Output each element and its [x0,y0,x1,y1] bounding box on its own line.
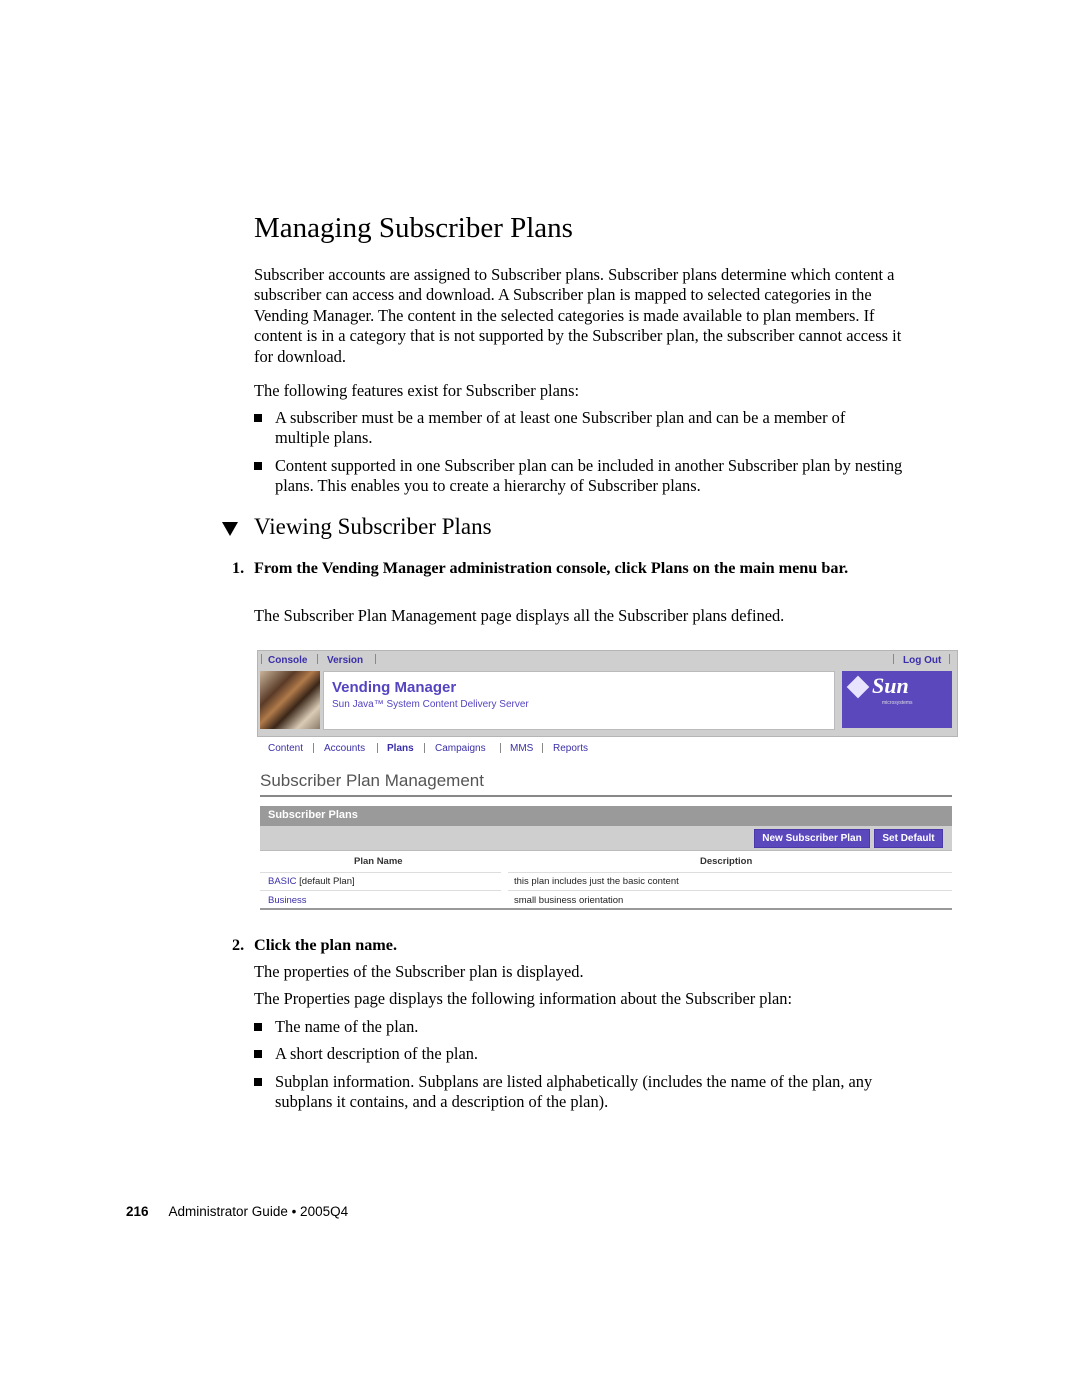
bullet-icon [254,1078,262,1086]
logout-link[interactable]: Log Out [903,655,941,666]
new-subscriber-plan-button[interactable]: New Subscriber Plan [754,829,870,848]
property-item: Subplan information. Subplans are listed… [254,1072,904,1113]
plan-link-business[interactable]: Business [268,895,307,906]
procedure-triangle-icon [222,522,238,536]
bullet-icon [254,1023,262,1031]
nav-reports[interactable]: Reports [553,743,588,754]
page-footer: 216 Administrator Guide • 2005Q4 [126,1204,348,1219]
banner-photo [260,671,320,729]
footer-text: Administrator Guide • 2005Q4 [168,1204,349,1219]
property-item: A short description of the plan. [254,1044,904,1064]
nav-accounts[interactable]: Accounts [324,743,365,754]
column-header-plan-name[interactable]: Plan Name [354,856,403,867]
masthead: Console Version Log Out Vending Manager … [257,650,958,737]
property-item: The name of the plan. [254,1017,904,1037]
sun-logo: Sun microsystems [842,671,952,728]
page-number: 216 [126,1204,149,1219]
step-2-result: The properties of the Subscriber plan is… [254,962,584,981]
app-banner: Vending Manager Sun Java™ System Content… [323,671,835,730]
app-title: Vending Manager [332,679,457,696]
sun-logo-icon [846,675,870,699]
feature-item: Content supported in one Subscriber plan… [254,456,904,497]
nav-plans[interactable]: Plans [387,743,414,754]
section-title: Viewing Subscriber Plans [254,514,492,539]
console-link[interactable]: Console [268,655,307,666]
step-2: 2. Click the plan name. [232,936,398,954]
app-subtitle: Sun Java™ System Content Delivery Server [332,699,529,710]
bullet-icon [254,462,262,470]
features-lead: The following features exist for Subscri… [254,381,579,400]
column-header-description[interactable]: Description [700,856,752,867]
intro-paragraph: Subscriber accounts are assigned to Subs… [254,265,902,366]
feature-item: A subscriber must be a member of at leas… [254,408,904,449]
button-bar: New Subscriber Plan Set Default [260,826,952,851]
plan-link-basic[interactable]: BASIC [268,876,297,887]
table-title-bar: Subscriber Plans [260,806,952,826]
nav-content[interactable]: Content [268,743,303,754]
bullet-icon [254,1050,262,1058]
set-default-button[interactable]: Set Default [874,829,943,848]
nav-mms[interactable]: MMS [510,743,533,754]
page-title: Managing Subscriber Plans [254,212,573,244]
nav-campaigns[interactable]: Campaigns [435,743,486,754]
step-1: 1. From the Vending Manager administrati… [232,559,849,577]
step-1-result: The Subscriber Plan Management page disp… [254,606,785,625]
properties-lead: The Properties page displays the followi… [254,989,793,1008]
vending-manager-screenshot: Console Version Log Out Vending Manager … [257,650,958,912]
version-link[interactable]: Version [327,655,363,666]
management-title: Subscriber Plan Management [260,771,484,790]
bullet-icon [254,414,262,422]
